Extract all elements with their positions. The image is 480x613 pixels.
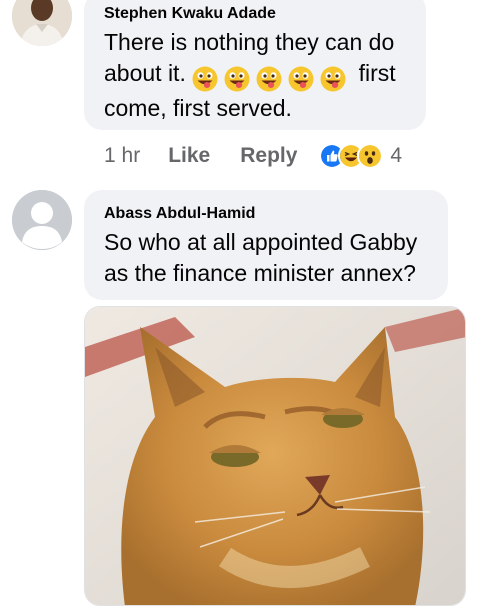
comment-timestamp[interactable]: 1 hr: [104, 144, 140, 168]
grinning-tongue-emoji-icon: [320, 66, 346, 92]
comment-author[interactable]: Stephen Kwaku Adade: [104, 4, 410, 24]
grinning-tongue-emoji-icon: [224, 66, 250, 92]
reaction-count: 4: [390, 144, 403, 167]
comment-author[interactable]: Abass Abdul-Hamid: [104, 204, 432, 224]
comment-text: So who at all appointed Gabby as the fin…: [104, 229, 418, 286]
comment-bubble: Abass Abdul-Hamid So who at all appointe…: [84, 190, 448, 300]
comment-photo[interactable]: [84, 306, 466, 606]
comment-text: There is nothing they can do about it. f…: [104, 27, 410, 124]
reaction-summary[interactable]: 4: [319, 143, 402, 169]
avatar[interactable]: [12, 190, 72, 250]
grinning-tongue-emoji-icon: [192, 66, 218, 92]
wow-reaction-icon: [357, 143, 384, 169]
avatar[interactable]: [12, 0, 72, 46]
comment-bubble: Stephen Kwaku Adade There is nothing the…: [84, 0, 426, 130]
emoji-group: [192, 62, 352, 93]
comment-actions: 1 hr Like Reply 4: [104, 142, 402, 170]
like-button[interactable]: Like: [168, 144, 210, 168]
user-photo-icon: [12, 0, 72, 46]
grinning-tongue-emoji-icon: [256, 66, 282, 92]
default-profile-icon: [12, 190, 72, 250]
reply-button[interactable]: Reply: [240, 144, 297, 168]
grinning-tongue-emoji-icon: [288, 66, 314, 92]
cat-photo-icon: [85, 307, 465, 605]
